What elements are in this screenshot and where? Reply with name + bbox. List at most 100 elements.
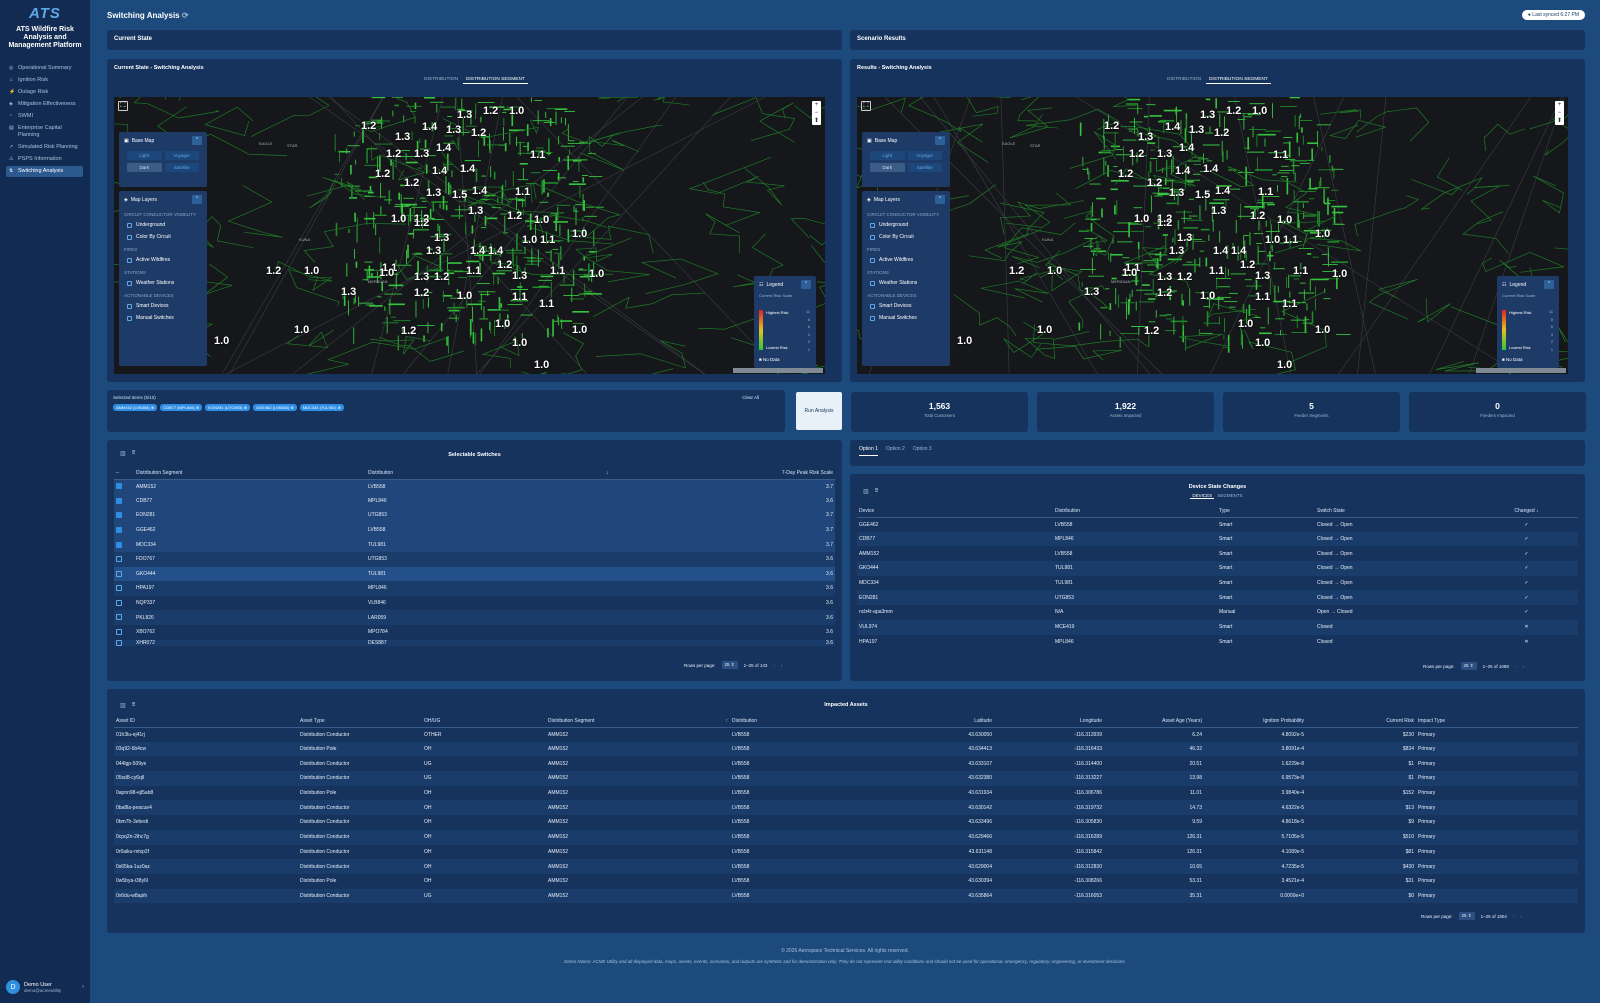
risk-score-label[interactable]: 1.4 [472,185,487,197]
rows-per-page-select[interactable]: 25 ⇕ [1460,662,1477,670]
risk-score-label[interactable]: 1.0 [509,105,524,117]
risk-score-label[interactable]: 1.0 [1315,324,1330,336]
risk-score-label[interactable]: 1.0 [1265,234,1280,246]
basemap-voyager[interactable]: Voyager [164,151,199,160]
checkbox[interactable] [870,257,875,263]
zoom-in-button[interactable]: + [1555,101,1564,109]
risk-score-label[interactable]: 1.4 [1203,163,1218,175]
tab-devices[interactable]: DEVICES [1190,493,1215,499]
compass-icon[interactable]: ⬆ [1555,117,1564,125]
basemap-dark[interactable]: Dark [870,163,905,172]
risk-score-label[interactable]: 1.0 [534,359,549,371]
risk-score-label[interactable]: 1.2 [414,217,429,229]
remove-chip-icon[interactable]: ⊗ [242,405,247,410]
risk-map[interactable]: 1.3 1.2 1.0 1.2 1.3 1.4 1.3 1.2 1.2 1.3 1.4 1.1 1.2 1… [857,97,1568,374]
risk-score-label[interactable]: 1.4 [460,163,475,175]
sort-icon[interactable]: ↓ [604,467,616,480]
table-row[interactable]: 0apnn98-ejl5ab8 Distribution Pole OH AMM152… [114,786,1578,801]
sidebar-item-outage-risk[interactable]: ⚡ Outage Risk [6,87,83,98]
table-row[interactable]: EON281 UTG853 3.7 [114,508,835,523]
table-row[interactable]: VUL974 MCE419 Smart Closed ✕ [857,619,1578,635]
risk-score-label[interactable]: 1.0 [1134,213,1149,225]
risk-score-label[interactable]: 1.3 [395,131,410,143]
row-checkbox[interactable] [116,512,122,519]
risk-score-label[interactable]: 1.0 [304,265,319,277]
risk-score-label[interactable]: 1.2 [386,148,401,160]
basemap-satellite[interactable]: Satellite [164,163,199,172]
checkbox[interactable] [127,257,132,263]
risk-score-label[interactable]: 1.2 [507,210,522,222]
risk-score-label[interactable]: 1.0 [522,234,537,246]
table-row[interactable]: MDC334 TUL981 Smart Closed → Open ✓ [857,576,1578,591]
row-checkbox[interactable] [116,541,122,548]
toggle-distribution-segment[interactable]: DISTRIBUTION SEGMENT [1205,76,1271,84]
sidebar-item-switching-analysis[interactable]: ⇅ Switching Analysis [6,166,83,177]
sidebar-item-operational-summary[interactable]: ◎ Operational Summary [6,63,83,74]
table-row[interactable]: 0x6du-w8apih Distribution Conductor UG AMM1… [114,888,1578,904]
table-row[interactable]: HPA197 MPL846 3.6 [114,581,835,596]
risk-score-label[interactable]: 1.0 [534,214,549,226]
risk-score-label[interactable]: 1.5 [452,189,467,201]
risk-score-label[interactable]: 1.4 [432,165,447,177]
next-page-icon[interactable]: › [1520,914,1522,919]
collapse-basemap-button[interactable]: ⌃ [935,136,945,145]
risk-score-label[interactable]: 1.3 [1084,286,1099,298]
risk-score-label[interactable]: 1.2 [1240,259,1255,271]
remove-chip-icon[interactable]: ⊗ [289,405,293,410]
col-asset-type[interactable]: Asset Type [298,715,422,728]
basemap-light[interactable]: Light [870,151,905,160]
risk-score-label[interactable]: 1.3 [512,270,527,282]
table-row[interactable]: AMM152 LVB558 Smart Closed → Open ✓ [857,546,1578,561]
checkbox[interactable] [870,303,875,309]
risk-score-label[interactable]: 1.4 [1215,185,1230,197]
risk-score-label[interactable]: 1.4 [1213,245,1228,257]
layer-toggle-smart-devices[interactable]: Smart Devices [862,300,950,312]
col-distribution-segment[interactable]: Distribution Segment ↑ [546,715,730,728]
risk-score-label[interactable]: 1.1 [1255,291,1270,303]
table-row[interactable]: GGE462 LVB558 3.7 [114,522,835,538]
table-row[interactable]: AMM152 LVB558 3.7 [114,479,835,494]
risk-score-label[interactable]: 1.3 [1177,232,1192,244]
checkbox[interactable] [870,222,875,228]
layer-toggle-underground[interactable]: Underground [862,219,950,231]
sidebar-item-enterprise-capital-planning[interactable]: ▤ Enterprise Capital Planning [6,123,83,141]
tab-option-2[interactable]: Option 2 [886,446,905,456]
basemap-satellite[interactable]: Satellite [907,163,942,172]
toggle-distribution-segment[interactable]: DISTRIBUTION SEGMENT [462,76,528,84]
risk-score-label[interactable]: 1.0 [294,324,309,336]
risk-score-label[interactable]: 1.1 [1209,265,1224,277]
risk-score-label[interactable]: 1.0 [214,335,229,347]
risk-score-label[interactable]: 1.1 [1293,265,1308,277]
risk-score-label[interactable]: 1.2 [483,105,498,117]
table-row[interactable]: 044lgp-509ye Distribution Conductor UG AMM1… [114,756,1578,771]
risk-score-label[interactable]: 1.2 [471,127,486,139]
col-longitude[interactable]: Longitude [994,715,1104,728]
selected-chip[interactable]: GGE462 (LVB558) ⊗ [252,404,297,411]
risk-score-label[interactable]: 1.4 [1179,142,1194,154]
table-row[interactable]: GGE462 LVB558 Smart Closed → Open ✓ [857,517,1578,532]
rows-per-page-select[interactable]: 25 ⇕ [1458,912,1475,920]
chevron-right-icon[interactable]: › [82,984,84,990]
tab-segments[interactable]: SEGMENTS [1215,493,1244,498]
selected-chip[interactable]: EON281 (UTG853) ⊗ [205,404,250,411]
toggle-distribution[interactable]: DISTRIBUTION [421,76,461,83]
remove-chip-icon[interactable]: ⊗ [336,405,341,410]
risk-score-label[interactable]: 1.0 [1332,268,1347,280]
risk-score-label[interactable]: 1.2 [1157,287,1172,299]
table-row[interactable]: CDB77 MPL846 Smart Closed → Open ✓ [857,531,1578,547]
risk-score-label[interactable]: 1.2 [497,259,512,271]
risk-score-label[interactable]: 1.0 [1238,318,1253,330]
risk-score-label[interactable]: 1.4 [470,245,485,257]
zoom-out-button[interactable]: − [1555,109,1564,117]
next-page-icon[interactable]: › [781,663,783,668]
risk-score-label[interactable]: 1.3 [1255,270,1270,282]
risk-score-label[interactable]: 1.3 [426,187,441,199]
col-changed[interactable]: Changed ↓ [1475,505,1578,518]
zoom-in-button[interactable]: + [812,101,821,109]
risk-score-label[interactable]: 1.3 [457,109,472,121]
rows-per-page-select[interactable]: 25 ⇕ [721,661,738,669]
sort-asc-icon[interactable]: ↑ [726,718,729,724]
layer-toggle-smart-devices[interactable]: Smart Devices [119,300,207,312]
table-row[interactable]: GKO444 TUL981 3.6 [114,566,835,582]
checkbox[interactable] [127,222,132,228]
